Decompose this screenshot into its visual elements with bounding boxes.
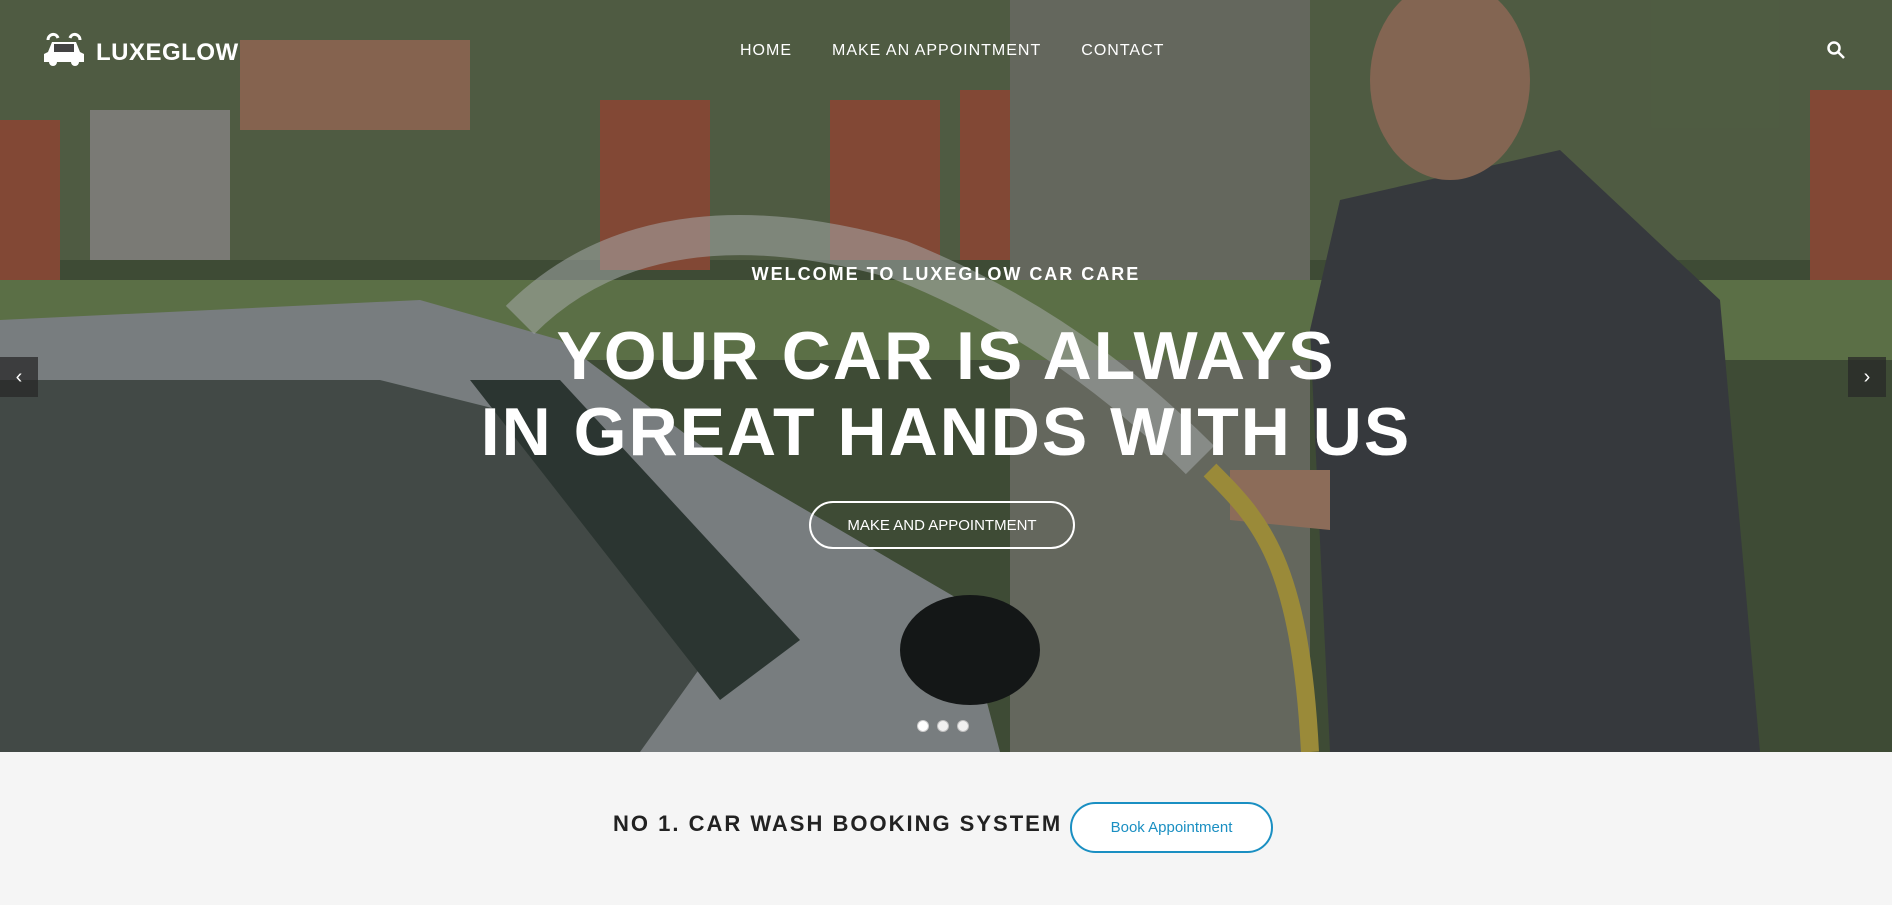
car-wash-icon (40, 30, 88, 75)
main-nav: HOME MAKE AN APPOINTMENT CONTACT (740, 42, 1164, 60)
slider-dot-1[interactable] (917, 720, 929, 732)
book-appointment-button[interactable]: Book Appointment (1070, 802, 1273, 853)
slider-dot-3[interactable] (957, 720, 969, 732)
hero-eyebrow: WELCOME TO LUXEGLOW CAR CARE (751, 264, 1141, 284)
brand-name: LUXEGLOW (96, 38, 239, 66)
hero-headline-line1: YOUR CAR IS ALWAYS (556, 318, 1336, 394)
search-icon[interactable] (1826, 40, 1846, 60)
nav-item-home[interactable]: HOME (740, 42, 792, 60)
hero-section: LUXEGLOW HOME MAKE AN APPOINTMENT CONTAC… (0, 0, 1892, 752)
hero-headline: YOUR CAR IS ALWAYS IN GREAT HANDS WITH U… (0, 318, 1892, 470)
nav-item-make-appointment[interactable]: MAKE AN APPOINTMENT (832, 42, 1041, 60)
promo-title: NO 1. CAR WASH BOOKING SYSTEM (613, 811, 1063, 836)
slider-dot-2[interactable] (937, 720, 949, 732)
hero-headline-line2: IN GREAT HANDS WITH US (480, 394, 1412, 470)
slider-next-button[interactable]: › (1848, 357, 1886, 397)
slider-dots (917, 720, 969, 732)
slider-prev-button[interactable]: ‹ (0, 357, 38, 397)
site-header: LUXEGLOW HOME MAKE AN APPOINTMENT CONTAC… (0, 0, 1892, 100)
make-appointment-button[interactable]: MAKE AND APPOINTMENT (809, 501, 1075, 549)
nav-item-contact[interactable]: CONTACT (1081, 42, 1164, 60)
chevron-right-icon: › (1863, 365, 1871, 388)
brand-logo[interactable]: LUXEGLOW (40, 30, 239, 75)
chevron-left-icon: ‹ (15, 365, 23, 388)
